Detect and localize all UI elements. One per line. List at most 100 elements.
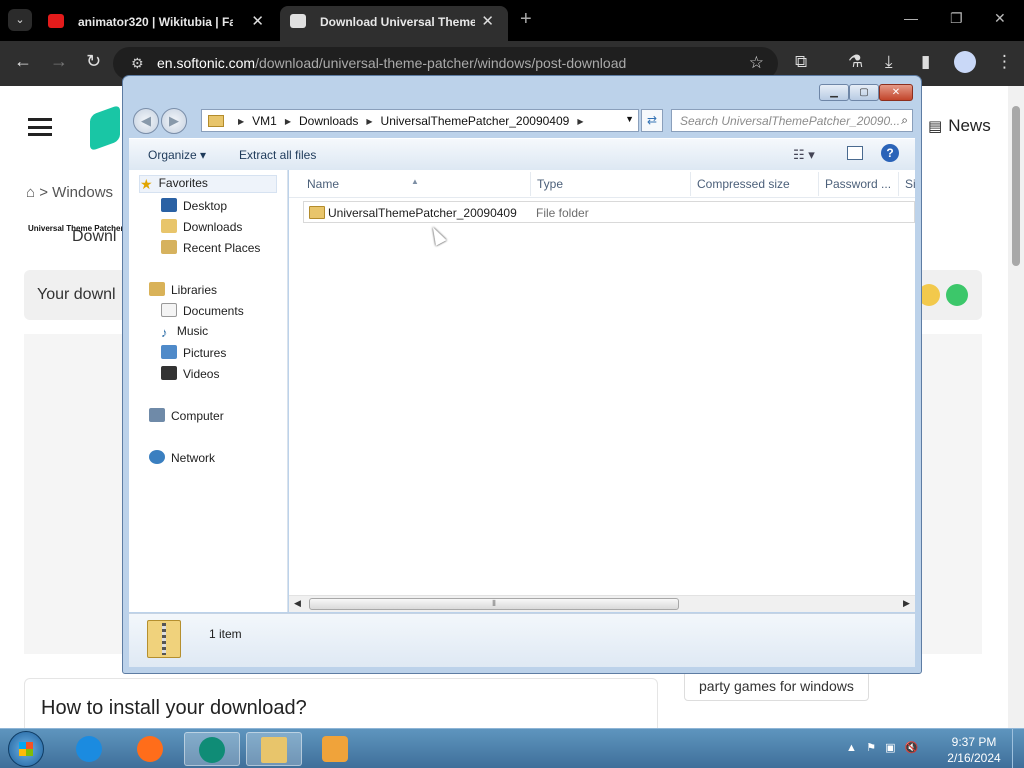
breadcrumb-separator-icon[interactable]: ▶ — [238, 117, 244, 126]
column-size[interactable]: Si — [905, 177, 916, 191]
forward-arrow-icon[interactable]: → — [50, 51, 68, 72]
reload-icon[interactable]: ↻ — [86, 51, 101, 72]
close-button[interactable]: ✕ — [879, 84, 913, 101]
nav-downloads[interactable]: Downloads — [161, 219, 242, 237]
nav-videos[interactable]: Videos — [161, 366, 219, 384]
url-path: /download/universal-theme-patcher/window… — [255, 55, 627, 71]
nav-recent-places[interactable]: Recent Places — [161, 240, 260, 258]
taskbar-screen-app[interactable] — [184, 732, 240, 766]
related-search-chip[interactable]: party games for windows — [684, 671, 869, 701]
minimize-icon[interactable]: — — [904, 10, 918, 26]
new-tab-button[interactable]: + — [520, 8, 532, 31]
site-info-icon[interactable]: ⚙ — [131, 55, 144, 72]
change-view-icon[interactable]: ☷ ▾ — [793, 147, 815, 163]
close-tab-icon[interactable]: ✕ — [251, 12, 264, 30]
more-menu-icon[interactable]: ⋮ — [996, 52, 1013, 72]
breadcrumb-vm1[interactable]: VM1 — [252, 114, 277, 128]
nav-network[interactable]: Network — [149, 450, 215, 468]
hamburger-menu-icon[interactable] — [28, 118, 52, 136]
show-desktop-button[interactable] — [1012, 729, 1024, 768]
side-panel-icon[interactable]: ▮ — [921, 52, 930, 72]
folder-icon — [309, 206, 325, 219]
clock-date: 2/16/2024 — [947, 751, 1001, 765]
nav-desktop[interactable]: Desktop — [161, 198, 227, 216]
extensions-icon[interactable]: ⧉ — [795, 52, 807, 72]
item-count: 1 item — [209, 627, 242, 641]
minimize-button[interactable]: ▁ — [819, 84, 849, 101]
file-list-pane: ▲ Name Type Compressed size Password ...… — [289, 170, 916, 612]
refresh-button[interactable]: ⇄ — [641, 109, 663, 132]
start-button[interactable] — [8, 731, 44, 767]
browser-tab-strip: ⌄ animator320 | Wikitubia | Fandom ✕ Dow… — [0, 0, 1024, 41]
breadcrumb-current[interactable]: UniversalThemePatcher_20090409 — [381, 114, 570, 128]
taskbar-ie[interactable] — [62, 732, 118, 766]
volume-muted-icon[interactable]: 🔇 — [905, 742, 919, 754]
install-heading: How to install your download? — [41, 697, 307, 719]
taskbar-media-player[interactable] — [308, 732, 364, 766]
breadcrumb-separator-icon[interactable]: ▶ — [577, 117, 583, 126]
network-icon — [149, 450, 165, 464]
taskbar-firefox[interactable] — [123, 732, 179, 766]
network-tray-icon[interactable]: ▣ — [885, 742, 895, 754]
help-icon[interactable]: ? — [881, 144, 899, 162]
nav-pictures[interactable]: Pictures — [161, 345, 226, 363]
softonic-logo[interactable] — [90, 104, 120, 152]
close-window-icon[interactable]: ✕ — [994, 10, 1006, 27]
scroll-thumb[interactable] — [1012, 106, 1020, 266]
navigation-pane: ★ Favorites Desktop Downloads Recent Plac… — [129, 170, 288, 612]
breadcrumb-separator-icon[interactable]: ▶ — [285, 117, 291, 126]
action-center-flag-icon[interactable]: ⚑ — [866, 742, 876, 754]
nav-music[interactable]: ♪ Music — [161, 324, 208, 342]
back-arrow-icon[interactable]: ← — [14, 51, 32, 72]
nav-favorites[interactable]: ★ Favorites — [139, 175, 277, 193]
organize-button[interactable]: Organize ▾ — [148, 148, 206, 162]
labs-flask-icon[interactable]: ⚗ — [848, 52, 863, 72]
page-scrollbar[interactable] — [1008, 86, 1024, 728]
close-tab-icon[interactable]: ✕ — [481, 12, 494, 30]
address-breadcrumb[interactable]: ▶ VM1 ▶ Downloads ▶ UniversalThemePatcher_200… — [201, 109, 639, 132]
address-dropdown-icon[interactable]: ▼ — [625, 114, 634, 124]
scroll-thumb[interactable]: ⦀ — [309, 598, 679, 610]
taskbar-explorer[interactable] — [246, 732, 302, 766]
home-icon[interactable]: ⌂ — [26, 184, 35, 201]
command-bar: Organize ▾ Extract all files ☷ ▾ ? — [129, 138, 915, 170]
downloads-icon[interactable]: ⤓ — [885, 52, 893, 72]
show-hidden-icons-icon[interactable]: ▲ — [846, 742, 857, 754]
news-link[interactable]: ▤ News — [928, 116, 991, 136]
column-type[interactable]: Type — [537, 177, 563, 191]
clock[interactable]: 9:37 PM 2/16/2024 — [944, 734, 1004, 766]
tab-search-button[interactable]: ⌄ — [8, 9, 32, 31]
horizontal-scrollbar[interactable]: ◀ ⦀ ▶ — [289, 595, 915, 612]
maximize-button[interactable]: ▢ — [849, 84, 879, 101]
scroll-right-icon[interactable]: ▶ — [903, 598, 910, 609]
extract-all-button[interactable]: Extract all files — [239, 148, 316, 162]
column-compressed-size[interactable]: Compressed size — [697, 177, 790, 191]
breadcrumb-windows[interactable]: Windows — [52, 184, 113, 201]
preview-pane-icon[interactable] — [847, 146, 863, 160]
profile-avatar[interactable] — [954, 51, 976, 73]
file-type: File folder — [536, 206, 589, 220]
breadcrumb-downloads[interactable]: Downloads — [299, 114, 358, 128]
table-row[interactable]: UniversalThemePatcher_20090409 File fold… — [303, 201, 915, 223]
tab-wikitubia[interactable]: animator320 | Wikitubia | Fandom ✕ — [38, 6, 278, 41]
back-button[interactable]: ◀ — [133, 108, 159, 134]
url-host: en.softonic.com — [157, 55, 256, 71]
news-label: News — [948, 116, 991, 135]
forward-button[interactable]: ▶ — [161, 108, 187, 134]
smile-face-icon[interactable] — [946, 284, 968, 306]
search-icon[interactable]: ⌕ — [901, 113, 908, 128]
restore-icon[interactable]: ❐ — [950, 10, 963, 27]
nav-computer[interactable]: Computer — [149, 408, 224, 426]
breadcrumb[interactable]: ⌂ > Windows — [26, 184, 113, 201]
bookmark-star-icon[interactable]: ☆ — [749, 53, 764, 73]
nav-libraries[interactable]: Libraries — [149, 282, 217, 300]
scroll-left-icon[interactable]: ◀ — [294, 598, 301, 609]
firefox-icon — [137, 736, 163, 762]
explorer-folder-icon — [261, 737, 287, 763]
search-input[interactable]: Search UniversalThemePatcher_20090... ⌕ — [671, 109, 913, 132]
column-password[interactable]: Password ... — [825, 177, 891, 191]
column-name[interactable]: Name — [307, 177, 339, 191]
tab-softonic[interactable]: Download Universal Theme Patcher ✕ — [280, 6, 508, 41]
nav-documents[interactable]: Documents — [161, 303, 244, 321]
breadcrumb-separator-icon[interactable]: ▶ — [366, 117, 372, 126]
